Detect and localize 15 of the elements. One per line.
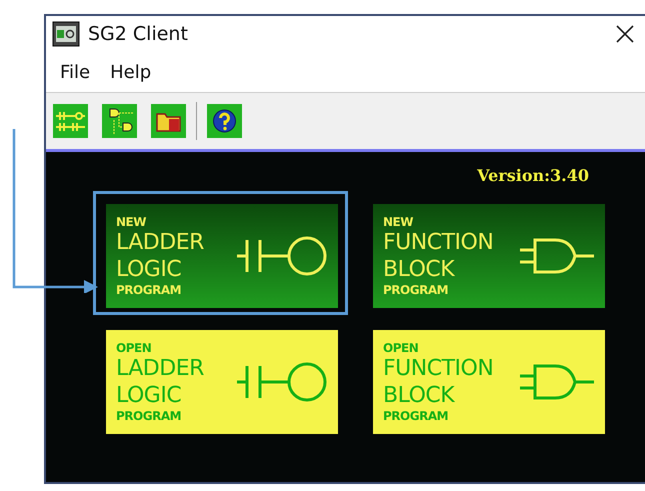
menu-item[interactable]: Help xyxy=(110,62,152,82)
ladder-contact-coil-icon xyxy=(236,360,328,404)
program-card[interactable]: NEW LADDER LOGIC PROGRAM xyxy=(106,204,338,308)
menu-item[interactable]: File xyxy=(60,62,90,82)
program-card[interactable]: NEW FUNCTION BLOCK PROGRAM xyxy=(373,204,605,308)
folder-icon[interactable] xyxy=(151,104,186,138)
close-icon[interactable] xyxy=(615,24,635,44)
version-label: Version:3.40 xyxy=(477,166,589,185)
and-gate-icon xyxy=(519,236,595,276)
and-gate-icon xyxy=(519,362,595,402)
help-icon[interactable] xyxy=(207,104,242,138)
window-title: SG2 Client xyxy=(88,23,188,45)
app-icon xyxy=(52,21,80,47)
logic-gate-icon[interactable] xyxy=(102,104,137,138)
ladder-contact-coil-icon xyxy=(236,234,328,278)
